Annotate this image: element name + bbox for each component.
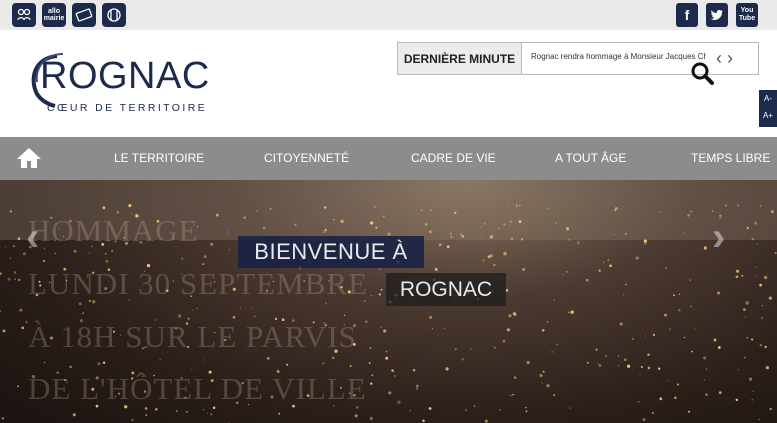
hero-slider: HOMMAGE LUNDI 30 SEPTEMBRE À 18H SUR LE …: [0, 180, 777, 423]
logo-word: ROGNAC: [40, 55, 210, 97]
slider-next-icon[interactable]: ›: [712, 215, 725, 260]
hero-banner-rognac: ROGNAC: [386, 273, 506, 306]
font-size-controls: A- A+: [759, 90, 777, 127]
header: ROGNAC CŒUR DE TERRITOIRE DERNIÈRE MINUT…: [0, 30, 777, 137]
site-logo[interactable]: ROGNAC CŒUR DE TERRITOIRE: [27, 50, 212, 118]
restaurant-icon[interactable]: [102, 3, 126, 27]
news-label: DERNIÈRE MINUTE: [398, 43, 522, 74]
hero-ghost-line-4: DE L'HÔTEL DE VILLE: [28, 371, 367, 406]
hero-ghost-line-3: À 18H SUR LE PARVIS: [28, 319, 357, 354]
hero-ghost-line-1: HOMMAGE: [28, 213, 199, 248]
main-nav: LE TERRITOIRE CITOYENNETÉ CADRE DE VIE A…: [0, 137, 777, 180]
youtube-glyph: You Tube: [738, 7, 756, 22]
facebook-icon[interactable]: f: [676, 3, 698, 27]
search-icon[interactable]: [690, 61, 716, 87]
family-icon[interactable]: [12, 3, 36, 27]
facebook-glyph: f: [684, 7, 690, 23]
logo-tagline: CŒUR DE TERRITOIRE: [47, 102, 208, 114]
font-decrease-button[interactable]: A-: [759, 90, 777, 107]
home-icon[interactable]: [15, 146, 43, 170]
twitter-icon[interactable]: [706, 3, 728, 27]
news-arrows: ‹ ›: [716, 48, 733, 69]
news-text[interactable]: Rognac rendra hommage à Monsieur Jacques…: [531, 52, 706, 61]
nav-item-temps-libre[interactable]: TEMPS LIBRE: [691, 137, 770, 180]
nav-item-a-tout-age[interactable]: A TOUT ÂGE: [555, 137, 626, 180]
top-bar: allo mairie f You Tube: [0, 0, 777, 30]
nav-item-citoyennete[interactable]: CITOYENNETÉ: [264, 137, 349, 180]
youtube-icon[interactable]: You Tube: [736, 3, 758, 27]
hero-ghost-line-2: LUNDI 30 SEPTEMBRE: [28, 266, 369, 301]
allo-mairie-icon[interactable]: allo mairie: [42, 3, 66, 27]
slider-prev-icon[interactable]: ‹: [26, 215, 39, 260]
nav-item-territoire[interactable]: LE TERRITOIRE: [114, 137, 204, 180]
chevron-left-icon[interactable]: ‹: [716, 48, 722, 68]
font-increase-button[interactable]: A+: [759, 107, 777, 124]
allo-mairie-label: allo mairie: [43, 8, 65, 22]
hero-banner-welcome: BIENVENUE À: [238, 236, 424, 268]
chevron-right-icon[interactable]: ›: [727, 48, 733, 68]
nav-item-cadre-de-vie[interactable]: CADRE DE VIE: [411, 137, 496, 180]
ticket-icon[interactable]: [72, 3, 96, 27]
